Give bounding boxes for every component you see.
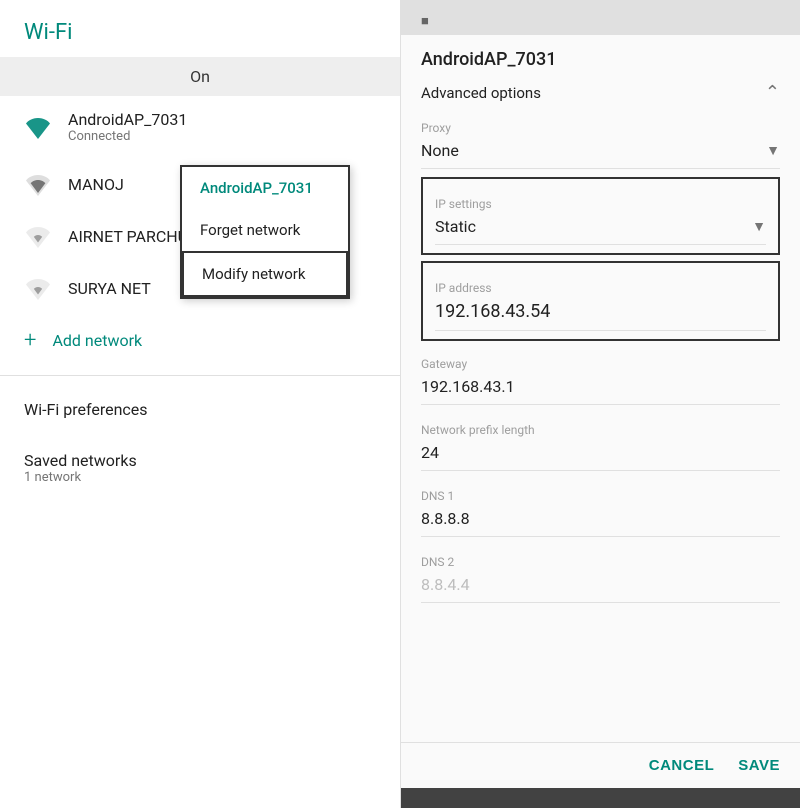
ip-address-value[interactable]: 192.168.43.54 [435,297,766,331]
form-content: Proxy None ▼ IP settings Static ▼ IP add… [401,111,800,742]
right-header: ■ [401,0,800,35]
signal-icon-suryanet [24,276,52,300]
ip-settings-box: IP settings Static ▼ [421,177,780,255]
signal-icon-manoj [24,172,52,196]
network-status-androidap: Connected [68,129,376,144]
add-network-button[interactable]: + Add network [0,314,400,367]
proxy-value[interactable]: None ▼ [421,137,780,169]
gateway-label: Gateway [421,347,780,371]
right-bottom-bar [401,788,800,808]
ip-settings-value[interactable]: Static ▼ [435,213,766,245]
context-menu-item-modify[interactable]: Modify network [182,251,348,297]
divider-1 [0,375,400,376]
ip-address-box: IP address 192.168.43.54 [421,261,780,341]
dns2-field-group: DNS 2 8.8.4.4 [421,545,780,603]
ip-settings-label: IP settings [435,187,766,211]
saved-networks-label: Saved networks [24,451,376,470]
add-network-label: Add network [52,331,142,350]
proxy-field-group: Proxy None ▼ [421,111,780,169]
wifi-status-bar: On [0,57,400,96]
right-header-label: ■ [421,14,429,29]
advanced-options-row[interactable]: Advanced options ⌃ [401,74,800,111]
wifi-preferences-item[interactable]: Wi-Fi preferences [0,384,400,435]
network-info-androidap: AndroidAP_7031 Connected [68,110,376,144]
wifi-title: Wi-Fi [0,0,400,57]
chevron-up-icon: ⌃ [765,82,780,103]
gateway-value[interactable]: 192.168.43.1 [421,373,780,405]
network-name-androidap: AndroidAP_7031 [68,110,376,129]
context-menu-item-forget[interactable]: Forget network [182,209,348,251]
advanced-options-label: Advanced options [421,84,541,102]
proxy-dropdown-arrow: ▼ [766,142,780,159]
ip-address-label: IP address [435,271,766,295]
dns1-value[interactable]: 8.8.8.8 [421,505,780,537]
save-button[interactable]: SAVE [738,757,780,774]
dns1-field-group: DNS 1 8.8.8.8 [421,479,780,537]
dns2-value[interactable]: 8.8.4.4 [421,571,780,603]
plus-icon: + [24,328,36,353]
saved-networks-sub: 1 network [24,470,376,485]
dns1-label: DNS 1 [421,479,780,503]
wifi-preferences-label: Wi-Fi preferences [24,400,148,419]
network-detail-panel: ■ AndroidAP_7031 Advanced options ⌃ Prox… [400,0,800,808]
wifi-status-label: On [190,67,210,86]
prefix-length-label: Network prefix length [421,413,780,437]
network-item-androidap[interactable]: AndroidAP_7031 Connected [0,96,400,158]
signal-icon-airnet [24,224,52,248]
signal-icon-androidap [24,115,52,139]
proxy-label: Proxy [421,111,780,135]
ip-settings-dropdown-arrow: ▼ [752,218,766,235]
context-menu-item-network[interactable]: AndroidAP_7031 [182,167,348,209]
prefix-length-value[interactable]: 24 [421,439,780,471]
prefix-length-field-group: Network prefix length 24 [421,413,780,471]
saved-networks-item[interactable]: Saved networks 1 network [0,435,400,501]
wifi-panel: Wi-Fi On AndroidAP_7031 Connected [0,0,400,808]
dns2-label: DNS 2 [421,545,780,569]
context-menu: AndroidAP_7031 Forget network Modify net… [180,165,350,299]
right-footer: CANCEL SAVE [401,742,800,788]
network-detail-title: AndroidAP_7031 [401,35,800,74]
gateway-field-group: Gateway 192.168.43.1 [421,347,780,405]
cancel-button[interactable]: CANCEL [649,757,715,774]
